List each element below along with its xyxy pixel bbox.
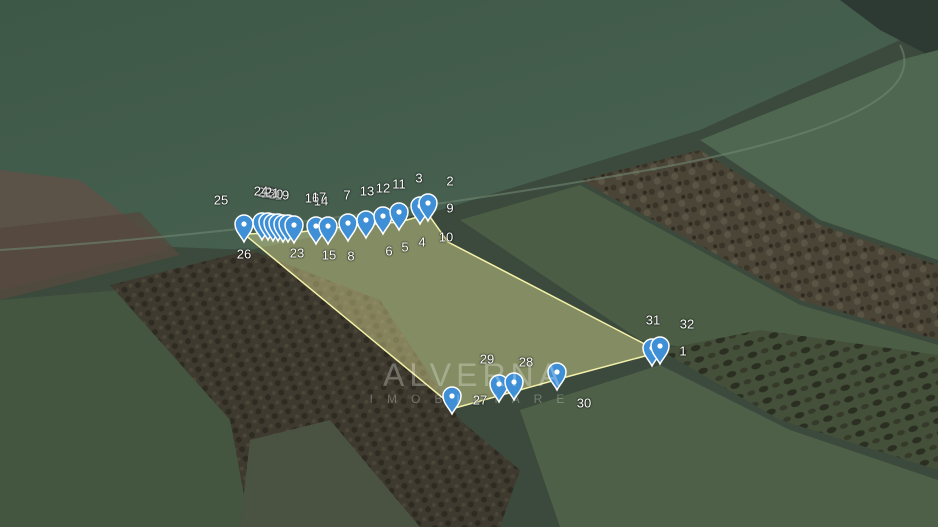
point-label: 10: [438, 229, 454, 245]
point-label: 26: [236, 246, 252, 262]
map-view[interactable]: 1 2 3 4 5 6 7 8 9 10 11 12 13 14 15 16 17 18 19 20 21 22 23 24 2…: [0, 0, 938, 527]
point-label: 6: [385, 243, 393, 259]
point-label: 23: [289, 245, 305, 261]
point-label: 24: [253, 183, 269, 199]
point-label: 9: [446, 200, 454, 216]
point-label: 3: [415, 170, 423, 186]
point-label: 17: [311, 189, 327, 205]
point-label: 1: [679, 343, 687, 359]
point-label: 13: [359, 183, 375, 199]
agency-watermark: ALVERNA IMOBILIARE: [364, 358, 584, 406]
point-label: 2: [446, 173, 454, 189]
point-label: 11: [392, 176, 406, 192]
point-label: 7: [343, 187, 351, 203]
point-label: 15: [321, 247, 337, 263]
point-label: 8: [347, 248, 355, 264]
point-label: 5: [401, 239, 409, 255]
point-label: 12: [375, 180, 391, 196]
satellite-imagery: [0, 0, 938, 527]
watermark-brand: ALVERNA: [382, 357, 565, 393]
point-label: 32: [679, 316, 695, 332]
point-label: 4: [418, 234, 426, 250]
point-label: 31: [645, 312, 661, 328]
point-label: 25: [213, 192, 229, 208]
watermark-tagline: IMOBILIARE: [369, 392, 579, 406]
